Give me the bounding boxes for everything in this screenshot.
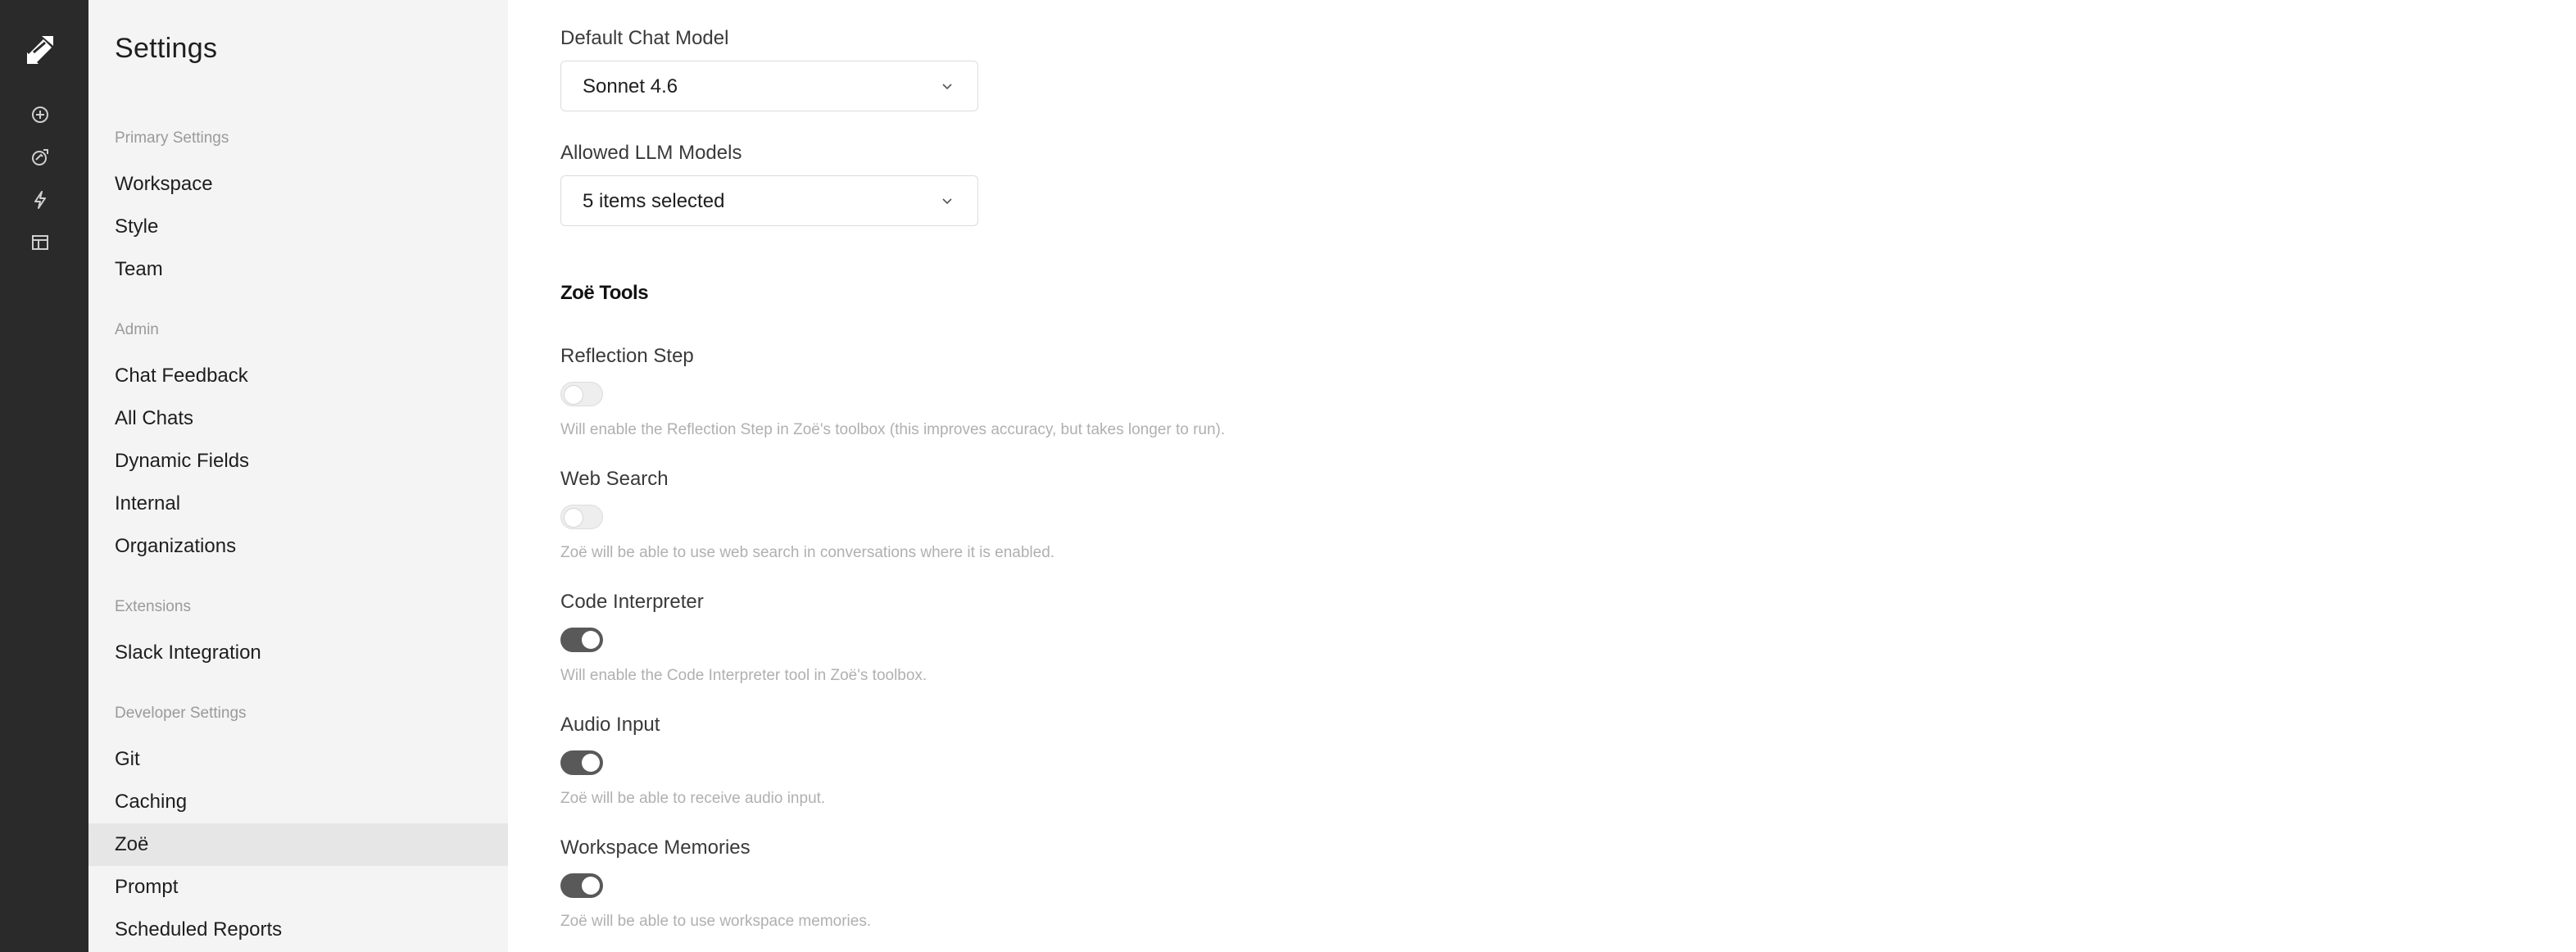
default-model-value: Sonnet 4.6: [583, 75, 678, 97]
zoe-tools-title: Zoë Tools: [560, 282, 649, 304]
sidebar-item-organizations[interactable]: Organizations: [88, 525, 508, 568]
sidebar-item-slack-integration[interactable]: Slack Integration: [88, 632, 508, 674]
sidebar-item-team[interactable]: Team: [88, 248, 508, 291]
sidebar-item-git[interactable]: Git: [88, 738, 508, 781]
allowed-models-select[interactable]: 5 items selected: [560, 175, 978, 226]
sidebar-item-style[interactable]: Style: [88, 206, 508, 248]
tool-label-workspace-memories: Workspace Memories: [560, 836, 751, 859]
section-label-extensions: Extensions: [115, 598, 191, 615]
sidebar-item-caching[interactable]: Caching: [88, 781, 508, 823]
allowed-models-label: Allowed LLM Models: [560, 142, 742, 164]
sidebar-item-scheduled-reports[interactable]: Scheduled Reports: [88, 909, 508, 951]
code-interpreter-toggle[interactable]: [560, 628, 603, 652]
sidebar-item-chat-feedback[interactable]: Chat Feedback: [88, 355, 508, 397]
settings-main: Default Chat Model Sonnet 4.6 Allowed LL…: [508, 0, 2576, 952]
chevron-down-icon: [942, 198, 952, 205]
default-model-label: Default Chat Model: [560, 27, 729, 49]
chevron-down-icon: [942, 84, 952, 90]
audio-input-toggle[interactable]: [560, 750, 603, 775]
sidebar-item-zoe[interactable]: Zoë: [88, 823, 508, 866]
sidebar-item-dynamic-fields[interactable]: Dynamic Fields: [88, 440, 508, 483]
allowed-models-value: 5 items selected: [583, 190, 725, 212]
workspace-memories-toggle[interactable]: [560, 873, 603, 898]
sidebar-item-all-chats[interactable]: All Chats: [88, 397, 508, 440]
app-rail: [0, 0, 88, 952]
sidebar-item-internal[interactable]: Internal: [88, 483, 508, 525]
section-label-admin: Admin: [115, 321, 159, 338]
tool-label-web-search: Web Search: [560, 468, 669, 490]
section-label-developer: Developer Settings: [115, 705, 247, 722]
automations-icon[interactable]: [29, 189, 51, 211]
new-chat-icon[interactable]: [29, 104, 51, 125]
sidebar-title: Settings: [115, 33, 218, 64]
tool-help-web-search: Zoë will be able to use web search in co…: [560, 544, 1055, 561]
tool-label-reflection: Reflection Step: [560, 345, 694, 367]
default-model-select[interactable]: Sonnet 4.6: [560, 61, 978, 111]
tool-help-code-interpreter: Will enable the Code Interpreter tool in…: [560, 667, 927, 684]
tool-help-audio-input: Zoë will be able to receive audio input.: [560, 790, 826, 807]
tool-help-reflection: Will enable the Reflection Step in Zoë's…: [560, 421, 1226, 438]
tool-help-workspace-memories: Zoë will be able to use workspace memori…: [560, 913, 872, 930]
section-label-primary: Primary Settings: [115, 129, 229, 147]
sidebar-item-workspace[interactable]: Workspace: [88, 163, 508, 206]
tool-label-audio-input: Audio Input: [560, 714, 660, 736]
app-logo-icon[interactable]: [25, 34, 55, 66]
table-icon[interactable]: [29, 232, 51, 253]
sidebar-item-prompt[interactable]: Prompt: [88, 866, 508, 909]
web-search-toggle[interactable]: [560, 505, 603, 529]
reflection-step-toggle[interactable]: [560, 382, 603, 406]
explore-icon[interactable]: [29, 147, 51, 168]
settings-sidebar: Settings Primary Settings Workspace Styl…: [88, 0, 508, 952]
tool-label-code-interpreter: Code Interpreter: [560, 591, 704, 613]
